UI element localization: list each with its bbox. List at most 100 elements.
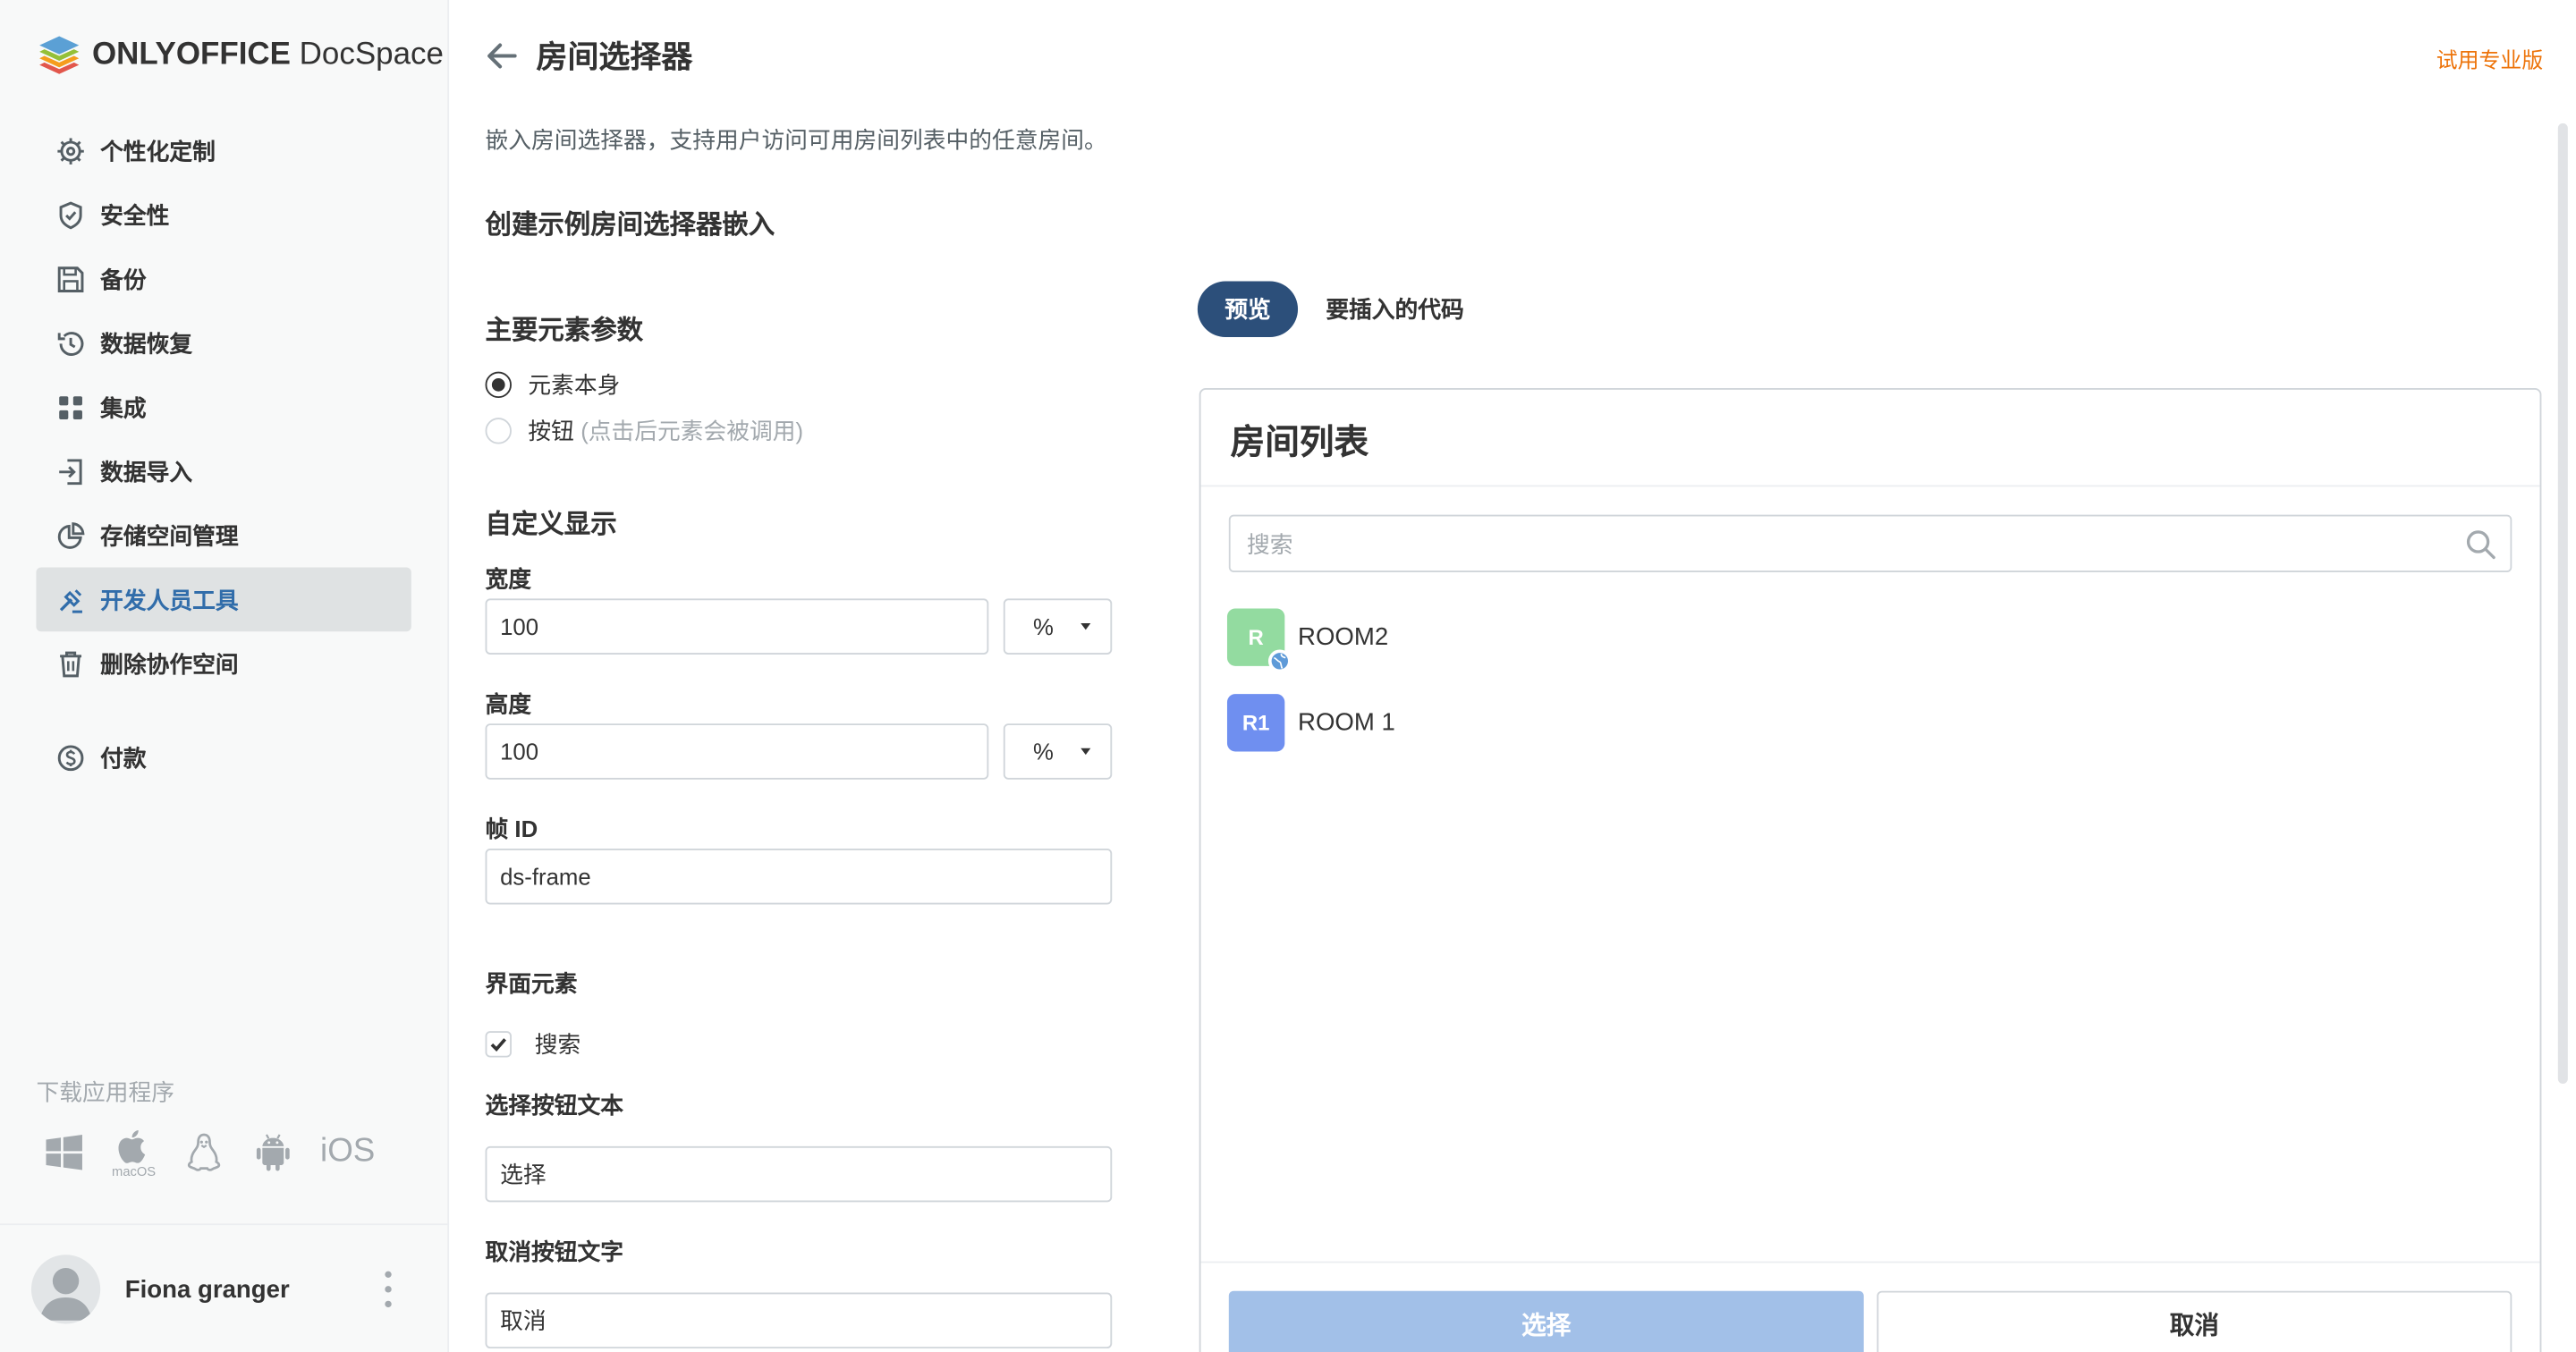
- preview-search-input[interactable]: 搜索: [1228, 514, 2512, 573]
- history-icon: [56, 328, 86, 358]
- sidebar-item-label: 付款: [100, 744, 147, 771]
- room-name: ROOM 1: [1298, 708, 1395, 737]
- search-checkbox-row[interactable]: 搜索: [485, 1027, 581, 1060]
- radio-control[interactable]: [485, 418, 512, 444]
- search-checkbox[interactable]: [485, 1031, 512, 1058]
- radio-element-itself[interactable]: 元素本身: [485, 368, 621, 401]
- windows-icon: [46, 1134, 82, 1170]
- android-icon: [256, 1133, 290, 1170]
- import-icon: [56, 456, 86, 486]
- avatar[interactable]: [30, 1255, 101, 1324]
- save-icon: [56, 264, 86, 293]
- tab-preview[interactable]: 预览: [1197, 281, 1299, 338]
- gear-icon: [56, 136, 86, 165]
- page-title: 房间选择器: [536, 40, 693, 76]
- download-apps-title: 下载应用程序: [36, 1078, 174, 1105]
- custom-display-heading: 自定义显示: [485, 511, 617, 540]
- windows-app-link[interactable]: [43, 1130, 86, 1173]
- download-apps: macOS iOS: [43, 1125, 402, 1179]
- search-icon[interactable]: [2464, 528, 2497, 561]
- width-unit-select[interactable]: %: [1003, 598, 1113, 655]
- unit-value: %: [1032, 613, 1054, 640]
- radio-label: 按钮: [528, 418, 574, 444]
- grid-icon: [56, 393, 86, 422]
- select-text-label: 选择按钮文本: [485, 1092, 624, 1119]
- sidebar-item-security[interactable]: 安全性: [36, 182, 411, 247]
- radio-hint: (点击后元素会被调用): [580, 418, 804, 444]
- sidebar-item-customization[interactable]: 个性化定制: [36, 118, 411, 182]
- radio-button-mode[interactable]: 按钮 (点击后元素会被调用): [485, 414, 804, 447]
- sidebar-item-label: 数据导入: [100, 458, 193, 485]
- settings-nav: 个性化定制 安全性 备份 数据恢复 集成 数据导入 存储空间管理 开发人员工具 …: [36, 118, 411, 789]
- try-pro-link[interactable]: 试用专业版: [2436, 43, 2544, 74]
- dollar-icon: [56, 742, 86, 772]
- height-input[interactable]: 100: [485, 723, 989, 780]
- room-logo: R: [1226, 608, 1292, 673]
- cancel-button[interactable]: 取消: [1877, 1290, 2512, 1352]
- main-params-heading: 主要元素参数: [485, 317, 644, 346]
- room-name: ROOM2: [1298, 623, 1389, 652]
- trash-icon: [56, 649, 86, 679]
- width-label: 宽度: [485, 565, 532, 593]
- page-header: 房间选择器: [484, 33, 693, 78]
- ui-elements-heading: 界面元素: [485, 970, 578, 997]
- room-item[interactable]: R1 ROOM 1: [1226, 694, 1395, 752]
- tab-code[interactable]: 要插入的代码: [1326, 281, 1463, 337]
- logo[interactable]: ONLYOFFICE DocSpace: [36, 33, 444, 79]
- page-scrollbar[interactable]: [2557, 123, 2568, 1084]
- room-logo: R1: [1226, 694, 1285, 752]
- ios-app-link[interactable]: iOS: [320, 1133, 375, 1170]
- sidebar-item-delete-portal[interactable]: 删除协作空间: [36, 631, 411, 696]
- select-text-input[interactable]: 选择: [485, 1145, 1113, 1203]
- frame-id-input[interactable]: ds-frame: [485, 848, 1113, 905]
- sidebar-item-label: 个性化定制: [100, 137, 216, 164]
- preview-title: 房间列表: [1230, 424, 1369, 462]
- onlyoffice-logo-icon: [39, 36, 80, 74]
- width-input[interactable]: 100: [485, 598, 989, 655]
- sidebar-item-data-import[interactable]: 数据导入: [36, 439, 411, 503]
- user-menu-icon[interactable]: [378, 1271, 398, 1308]
- apple-icon: [119, 1130, 146, 1163]
- sidebar-item-label: 数据恢复: [100, 329, 193, 357]
- back-arrow-icon[interactable]: [484, 37, 520, 72]
- shield-icon: [56, 199, 86, 229]
- sidebar-item-developer-tools[interactable]: 开发人员工具: [36, 567, 411, 632]
- checkbox-label: 搜索: [534, 1031, 581, 1058]
- create-heading: 创建示例房间选择器嵌入: [485, 212, 775, 241]
- sidebar-item-label: 备份: [100, 266, 147, 292]
- user-name: Fiona granger: [124, 1275, 290, 1304]
- checkmark-icon: [490, 1038, 506, 1052]
- user-avatar-icon: [39, 1267, 92, 1321]
- user-profile[interactable]: Fiona granger: [0, 1223, 450, 1352]
- sidebar-item-storage[interactable]: 存储空间管理: [36, 503, 411, 568]
- sidebar-item-backup[interactable]: 备份: [36, 247, 411, 311]
- sidebar-item-label: 删除协作空间: [100, 650, 239, 677]
- brand-name: ONLYOFFICE DocSpace: [91, 38, 444, 72]
- macos-label: macOS: [112, 1164, 157, 1179]
- macos-app-link[interactable]: macOS: [112, 1125, 156, 1179]
- sidebar-item-payments[interactable]: 付款: [36, 725, 411, 790]
- height-unit-select[interactable]: %: [1003, 723, 1113, 780]
- radio-label: 元素本身: [528, 371, 621, 399]
- sidebar-item-restore[interactable]: 数据恢复: [36, 311, 411, 376]
- app-root: ONLYOFFICE DocSpace 个性化定制 安全性 备份 数据恢复 集成: [0, 0, 2576, 1352]
- public-room-globe-icon: [1267, 649, 1292, 673]
- page-description: 嵌入房间选择器，支持用户访问可用房间列表中的任意房间。: [485, 126, 1107, 154]
- room-item[interactable]: R ROOM2: [1226, 608, 1389, 673]
- linux-icon: [187, 1132, 220, 1170]
- sidebar: ONLYOFFICE DocSpace 个性化定制 安全性 备份 数据恢复 集成: [0, 0, 450, 1352]
- cancel-text-input[interactable]: 取消: [485, 1292, 1113, 1349]
- developer-tools-icon: [56, 585, 86, 614]
- height-label: 高度: [485, 690, 532, 717]
- select-button[interactable]: 选择: [1228, 1290, 1864, 1352]
- sidebar-item-label: 集成: [100, 393, 147, 420]
- unit-value: %: [1032, 738, 1054, 765]
- ios-label: iOS: [320, 1133, 376, 1170]
- radio-control[interactable]: [485, 371, 512, 399]
- linux-app-link[interactable]: [182, 1130, 225, 1173]
- sidebar-item-integration[interactable]: 集成: [36, 375, 411, 439]
- frame-id-label: 帧 ID: [485, 815, 538, 842]
- sidebar-item-label: 开发人员工具: [100, 586, 239, 613]
- android-app-link[interactable]: [251, 1130, 294, 1173]
- pie-chart-icon: [56, 520, 86, 550]
